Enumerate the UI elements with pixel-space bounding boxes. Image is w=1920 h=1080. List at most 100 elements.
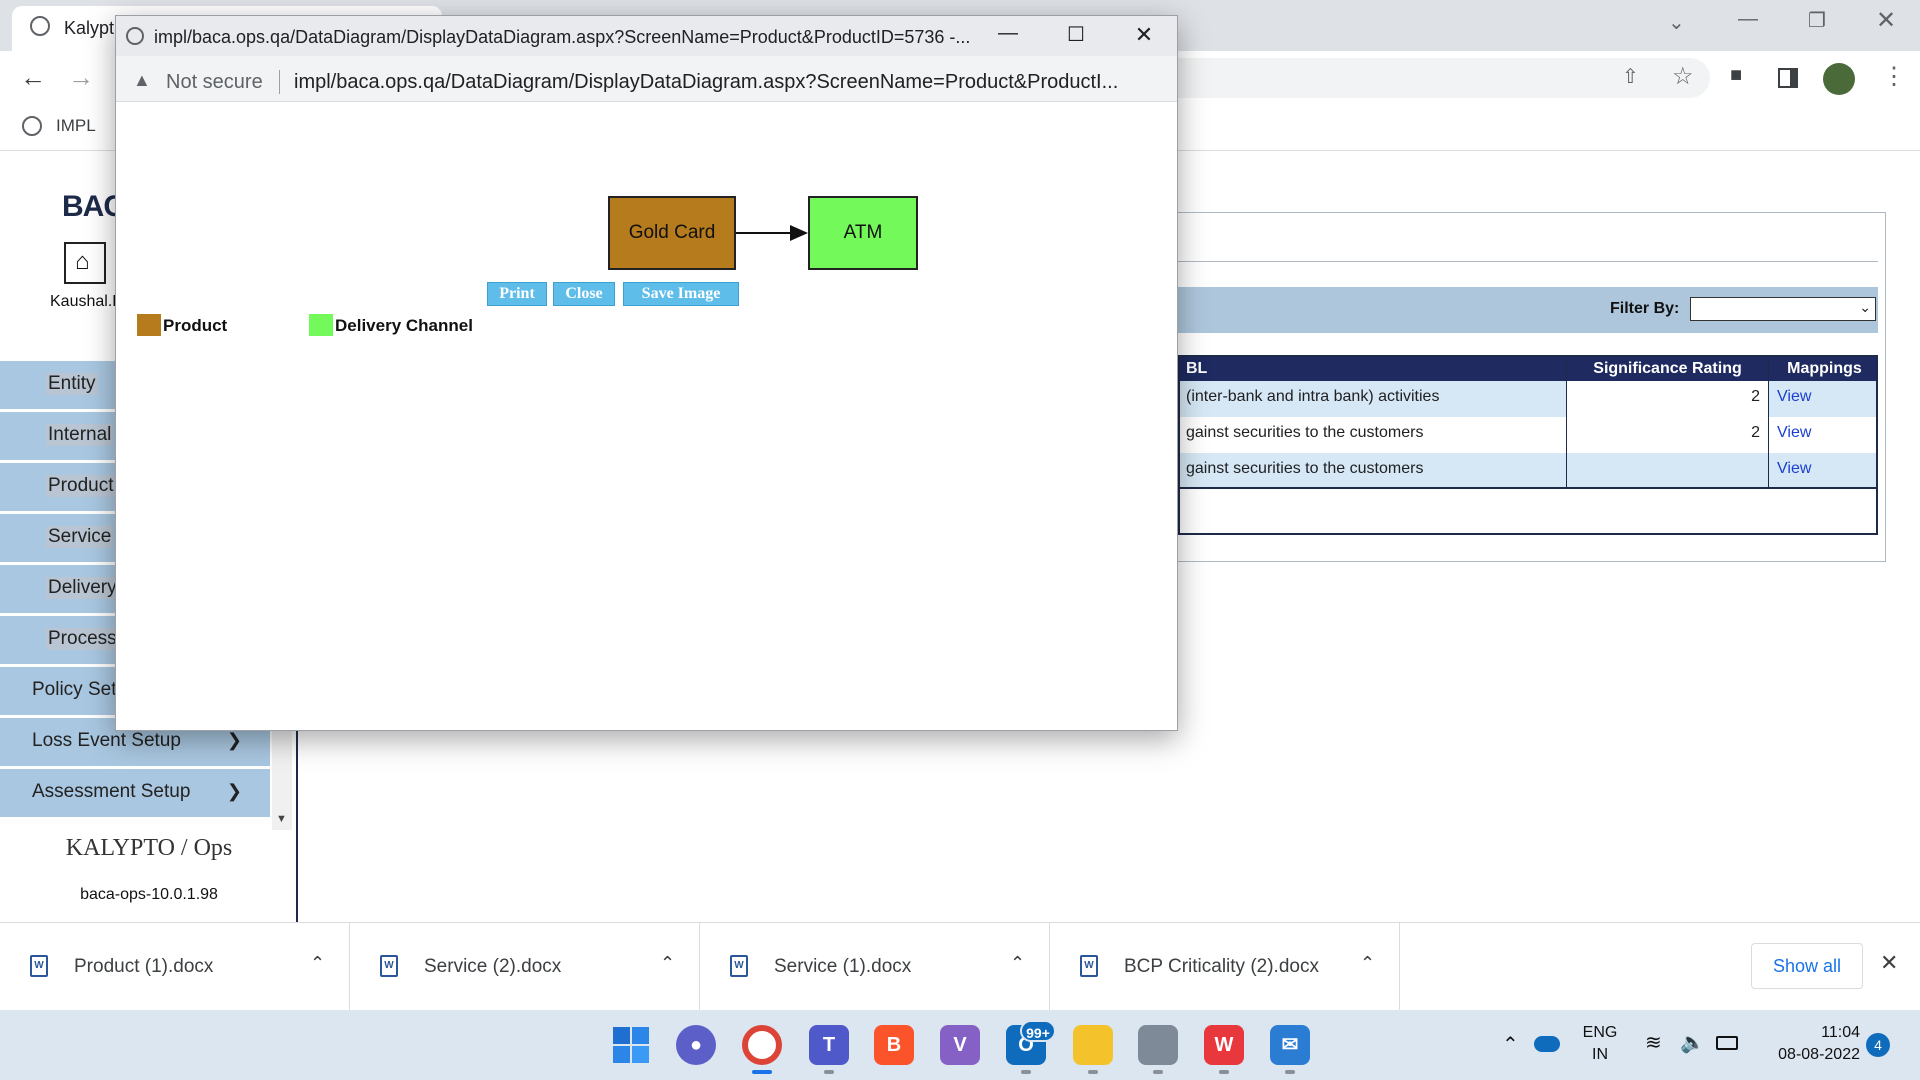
extensions-icon[interactable]: ■: [1730, 64, 1742, 87]
row-rating: 2: [1566, 381, 1768, 417]
column-header: Mappings: [1768, 357, 1880, 381]
popup-title: impl/baca.ops.qa/DataDiagram/DisplayData…: [154, 27, 971, 47]
onedrive-icon[interactable]: [1534, 1036, 1560, 1052]
battery-icon[interactable]: [1716, 1036, 1738, 1050]
mail-badge: 99+: [1020, 1020, 1056, 1042]
share-icon[interactable]: ⇧: [1622, 64, 1639, 89]
download-filename: BCP Criticality (2).docx: [1124, 956, 1319, 977]
download-item[interactable]: W BCP Criticality (2).docx ⌃: [1050, 923, 1400, 1011]
clock-time[interactable]: 11:04: [1760, 1024, 1860, 1042]
brave-icon[interactable]: B: [874, 1025, 914, 1065]
row-text: (inter-bank and intra bank) activities: [1186, 388, 1440, 405]
teams-icon[interactable]: T: [809, 1025, 849, 1065]
tab-search-icon[interactable]: ⌄: [1668, 10, 1685, 35]
word-doc-icon: W: [730, 955, 748, 977]
legend-label-delivery-channel: Delivery Channel: [335, 316, 473, 335]
side-panel-icon[interactable]: [1778, 68, 1798, 88]
chevron-down-icon: ❯: [226, 730, 242, 750]
filter-select[interactable]: ⌄: [1690, 297, 1876, 321]
home-button[interactable]: ⌂: [64, 242, 106, 284]
print-button[interactable]: Print: [487, 282, 547, 306]
bookmark-star-icon[interactable]: ☆: [1672, 62, 1694, 91]
notification-badge[interactable]: 4: [1866, 1033, 1890, 1057]
mapping-table: BL Significance Rating Mappings (inter-b…: [1178, 355, 1878, 535]
chevron-up-icon[interactable]: ⌃: [660, 953, 675, 974]
app-running-indicator: [1153, 1070, 1163, 1074]
row-text: gainst securities to the customers: [1186, 460, 1424, 477]
chevron-up-icon[interactable]: ⌃: [1010, 953, 1025, 974]
popup-close-button[interactable]: ✕: [1122, 22, 1166, 50]
tab-title: Kalypt: [64, 18, 115, 38]
chevron-up-icon[interactable]: ⌃: [1360, 953, 1375, 974]
app-running-indicator: [824, 1070, 834, 1074]
file-explorer-icon[interactable]: [1073, 1025, 1113, 1065]
downloads-bar: W Product (1).docx ⌃ W Service (2).docx …: [0, 922, 1920, 1011]
clock-date[interactable]: 08-08-2022: [1740, 1046, 1860, 1064]
column-header: Significance Rating: [1566, 357, 1768, 381]
wps-office-icon[interactable]: W: [1204, 1025, 1244, 1065]
popup-maximize-button[interactable]: ☐: [1054, 22, 1098, 50]
window-close-button[interactable]: ✕: [1876, 6, 1896, 35]
minimize-button[interactable]: —: [1738, 8, 1758, 31]
legend-swatch-delivery-channel: [309, 314, 333, 336]
diagram-node-gold-card[interactable]: Gold Card: [608, 196, 736, 270]
row-rating: [1566, 453, 1768, 487]
show-all-button[interactable]: Show all: [1751, 943, 1863, 989]
avatar[interactable]: [1823, 63, 1855, 95]
app-running-indicator: [1021, 1070, 1031, 1074]
popup-url: impl/baca.ops.qa/DataDiagram/DisplayData…: [294, 71, 1119, 93]
view-link[interactable]: View: [1768, 417, 1880, 453]
more-menu-icon[interactable]: ⋮: [1882, 62, 1906, 91]
globe-icon: [126, 27, 144, 45]
diagram-popup-window: impl/baca.ops.qa/DataDiagram/DisplayData…: [115, 15, 1178, 731]
tray-overflow-icon[interactable]: ⌃: [1502, 1032, 1519, 1057]
start-icon[interactable]: [611, 1025, 651, 1065]
footer-logo: KALYPTO / Ops: [65, 835, 233, 861]
visual-studio-icon[interactable]: V: [940, 1025, 980, 1065]
bookmark-impl[interactable]: IMPL: [56, 116, 96, 136]
save-image-button[interactable]: Save Image: [623, 282, 739, 306]
region-indicator: IN: [1592, 1046, 1608, 1063]
language-indicator[interactable]: ENG: [1580, 1024, 1620, 1042]
restore-button[interactable]: ❐: [1808, 8, 1826, 33]
column-header: BL: [1186, 360, 1208, 377]
download-item[interactable]: W Product (1).docx ⌃: [0, 923, 350, 1011]
panel-header: [1178, 220, 1878, 262]
chrome-icon[interactable]: [742, 1025, 782, 1065]
chevron-up-icon[interactable]: ⌃: [310, 953, 325, 974]
active-app-indicator: [752, 1070, 772, 1074]
app-running-indicator: [1088, 1070, 1098, 1074]
table-header: BL Significance Rating Mappings: [1180, 357, 1876, 381]
row-text: gainst securities to the customers: [1186, 424, 1424, 441]
downloads-close-icon[interactable]: ✕: [1880, 950, 1898, 976]
view-link[interactable]: View: [1768, 453, 1880, 487]
forward-icon[interactable]: →: [68, 62, 94, 93]
download-item[interactable]: W Service (2).docx ⌃: [350, 923, 700, 1011]
warning-icon: ▲: [133, 70, 151, 90]
download-item[interactable]: W Service (1).docx ⌃: [700, 923, 1050, 1011]
filter-label: Filter By:: [1610, 300, 1680, 317]
wifi-icon[interactable]: ≋: [1645, 1030, 1662, 1055]
globe-icon: [30, 16, 50, 36]
diagram-node-atm[interactable]: ATM: [808, 196, 918, 270]
volume-icon[interactable]: 🔈: [1680, 1030, 1705, 1055]
app-running-indicator: [1285, 1070, 1295, 1074]
snipping-tool-icon[interactable]: [1138, 1025, 1178, 1065]
view-link[interactable]: View: [1768, 381, 1880, 417]
mail-app-icon[interactable]: ✉: [1270, 1025, 1310, 1065]
app-version: baca-ops-10.0.1.98: [80, 886, 218, 903]
scroll-down-arrow-icon[interactable]: ▼: [276, 813, 287, 825]
sidebar-item-assessment-setup[interactable]: Assessment Setup ❯: [0, 769, 270, 819]
url-separator: [279, 70, 280, 94]
word-doc-icon: W: [30, 955, 48, 977]
chat-icon[interactable]: ●: [676, 1025, 716, 1065]
table-row: (inter-bank and intra bank) activities 2…: [1180, 381, 1876, 417]
home-icon: ⌂: [75, 248, 90, 275]
download-filename: Service (1).docx: [774, 956, 912, 977]
legend-label-product: Product: [163, 316, 228, 335]
back-icon[interactable]: ←: [20, 62, 46, 93]
popup-minimize-button[interactable]: —: [986, 22, 1030, 50]
chevron-down-icon: ❯: [226, 781, 242, 801]
close-button[interactable]: Close: [553, 282, 615, 306]
security-label: Not secure: [166, 71, 263, 93]
